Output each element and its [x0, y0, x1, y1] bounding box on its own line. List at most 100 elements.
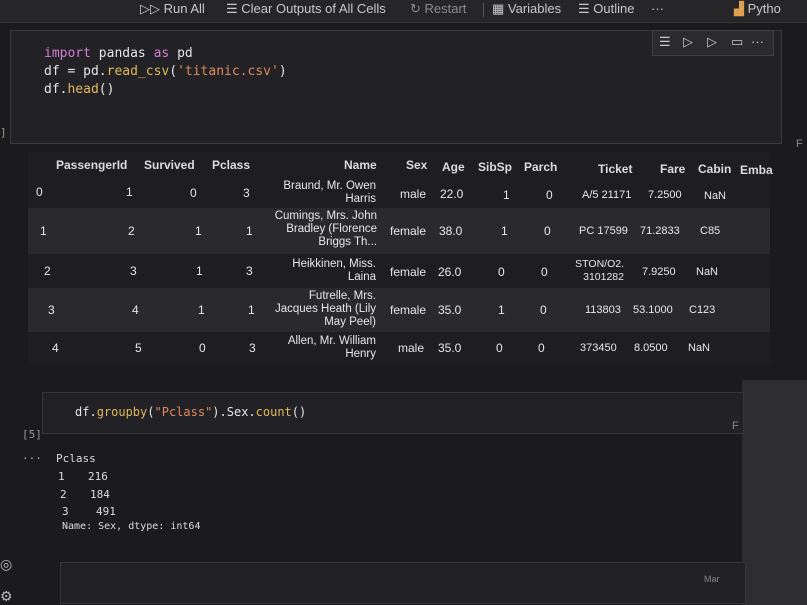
- table-cell: 8.0500: [634, 342, 668, 354]
- cell-execution-count: ]: [0, 126, 7, 139]
- column-header: Emba: [740, 163, 773, 177]
- code-function: count: [255, 405, 292, 419]
- more-icon[interactable]: ···: [751, 34, 764, 49]
- restart-button[interactable]: ↻ Restart: [410, 0, 466, 20]
- table-cell: 2: [128, 224, 135, 238]
- table-cell: 113803: [585, 304, 621, 316]
- variables-label: Variables: [507, 1, 562, 16]
- table-cell: STON/O2. 3101282: [575, 258, 624, 283]
- table-cell: 7.2500: [648, 189, 682, 201]
- table-cell: 7.9250: [642, 266, 676, 278]
- table-cell: 1: [498, 303, 505, 317]
- outline-icon: ☰: [578, 1, 594, 16]
- code-text: ).Sex.: [212, 405, 256, 419]
- output-footer: Name: Sex, dtype: int64: [62, 521, 201, 532]
- restart-icon: ↻: [410, 1, 425, 16]
- column-header: Fare: [660, 162, 686, 176]
- table-cell: 1: [246, 224, 253, 238]
- output-row-value: 491: [96, 505, 116, 518]
- table-cell: 0: [544, 224, 551, 238]
- row-index: 2: [44, 264, 51, 278]
- table-header: PassengerId Survived Pclass Name Sex Age…: [28, 152, 773, 178]
- run-all-button[interactable]: ▷▷ Run All: [140, 0, 205, 20]
- side-marker: F: [732, 420, 739, 432]
- table-cell: 1: [126, 185, 133, 199]
- table-row: 1 2 1 1 Cumings, Mrs. John Bradley (Flor…: [28, 208, 770, 254]
- table-cell: 35.0: [438, 341, 462, 355]
- table-cell: NaN: [704, 190, 727, 202]
- variables-icon: ▦: [492, 1, 508, 16]
- table-cell: 3: [130, 264, 137, 278]
- table-row: 3 4 1 1 Futrelle, Mrs. Jacques Heath (Li…: [28, 288, 770, 332]
- table-cell: 1: [503, 188, 510, 202]
- output-row-key: 3: [62, 505, 69, 518]
- execute-below-icon[interactable]: ▷: [707, 34, 717, 50]
- window-edge: [742, 380, 807, 605]
- clear-outputs-icon: ☰: [226, 1, 242, 16]
- row-index: 1: [40, 224, 47, 238]
- variables-button[interactable]: ▦ Variables: [492, 0, 561, 20]
- settings-icon[interactable]: ⚙: [0, 588, 13, 605]
- table-cell: 4: [132, 303, 139, 317]
- column-header: Cabin: [698, 162, 732, 176]
- table-cell: male: [400, 187, 427, 201]
- table-cell: PC 17599: [579, 225, 628, 237]
- cell-language-indicator[interactable]: Mar: [704, 574, 720, 584]
- table-cell: Cumings, Mrs. John Bradley (Florence Bri…: [274, 210, 377, 248]
- kernel-picker[interactable]: ▟ Pytho: [734, 0, 781, 20]
- table-row: 0 1 0 3 Braund, Mr. Owen Harris male 22.…: [28, 178, 770, 208]
- column-header: Survived: [144, 158, 195, 172]
- run-by-line-icon[interactable]: ☰: [659, 34, 671, 50]
- table-row: 4 5 0 3 Allen, Mr. William Henry male 35…: [28, 332, 770, 364]
- table-cell: 1: [501, 224, 508, 238]
- code-text: (: [169, 64, 178, 79]
- code-keyword: as: [153, 46, 170, 61]
- table-cell: 71.2833: [640, 225, 680, 237]
- row-index: 3: [48, 303, 55, 317]
- toolbar-divider: [483, 3, 484, 17]
- cell-toolbar: ☰ ▷ ▷ ▭ ···: [652, 30, 774, 56]
- table-cell: 5: [135, 341, 142, 355]
- table-cell: male: [398, 341, 425, 355]
- code-cell-input-empty[interactable]: [60, 562, 746, 604]
- column-header: Age: [442, 160, 465, 174]
- side-marker: F: [796, 138, 803, 150]
- table-cell: C85: [700, 225, 721, 237]
- table-cell: 373450: [580, 342, 617, 354]
- execute-above-icon[interactable]: ▷: [683, 34, 693, 50]
- table-cell: 0: [498, 265, 505, 279]
- output-menu-button[interactable]: ···: [22, 452, 42, 465]
- table-cell: 0: [540, 303, 547, 317]
- account-icon[interactable]: ◎: [0, 556, 12, 573]
- table-cell: Braund, Mr. Owen Harris: [283, 180, 376, 205]
- code-cell-input[interactable]: df.groupby("Pclass").Sex.count(): [42, 392, 744, 434]
- column-header: Pclass: [212, 158, 251, 172]
- split-cell-icon[interactable]: ▭: [731, 34, 743, 50]
- column-header: Parch: [524, 160, 558, 174]
- code-text: df = pd.: [44, 64, 107, 79]
- more-actions-button[interactable]: ···: [651, 0, 664, 20]
- code-line-2: df = pd.read_csv('titanic.csv'): [44, 64, 287, 79]
- outline-button[interactable]: ☰ Outline: [578, 0, 634, 20]
- notebook-toolbar: ▷▷ Run All ☰ Clear Outputs of All Cells …: [0, 0, 807, 23]
- code-text: df.: [75, 405, 97, 419]
- table-cell: 0: [496, 341, 503, 355]
- output-row-value: 216: [88, 470, 108, 483]
- table-cell: 38.0: [439, 224, 463, 238]
- table-cell: 1: [195, 224, 202, 238]
- code-function: read_csv: [106, 64, 170, 79]
- column-header: PassengerId: [56, 158, 128, 172]
- table-cell: 3: [246, 264, 253, 278]
- table-cell: 26.0: [438, 265, 462, 279]
- code-text: pandas: [90, 46, 154, 61]
- table-cell: 3: [249, 341, 256, 355]
- table-row: 2 3 1 3 Heikkinen, Miss. Laina female 26…: [28, 254, 770, 288]
- restart-label: Restart: [424, 1, 467, 16]
- table-cell: female: [390, 265, 427, 279]
- clear-outputs-button[interactable]: ☰ Clear Outputs of All Cells: [226, 0, 386, 20]
- table-cell: 3: [243, 186, 250, 200]
- table-cell: 0: [541, 265, 548, 279]
- run-all-icon: ▷▷: [140, 1, 164, 16]
- code-line-1: import pandas as pd: [44, 46, 193, 61]
- clear-outputs-label: Clear Outputs of All Cells: [241, 1, 386, 16]
